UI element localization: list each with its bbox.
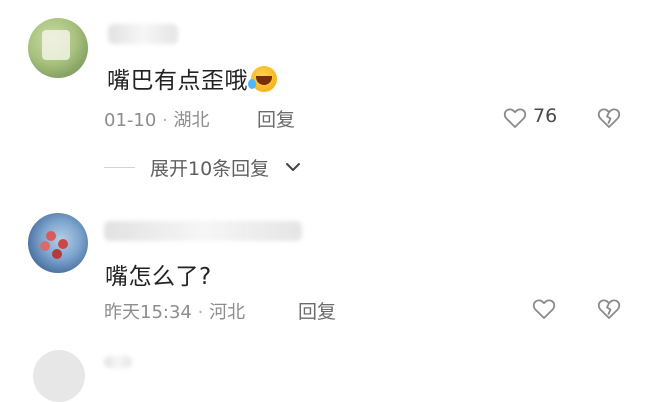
- comment-meta: 昨天15:34 · 河北: [104, 298, 245, 324]
- meta-separator: ·: [162, 110, 168, 131]
- comment-location: 河北: [209, 302, 246, 323]
- username-blurred: [104, 221, 302, 241]
- comment-text-content: 嘴巴有点歪哦: [107, 68, 248, 94]
- username-blurred: [108, 24, 178, 44]
- comment-date: 01-10: [104, 110, 157, 131]
- reply-button[interactable]: 回复: [257, 105, 295, 132]
- comment-meta: 01-10 · 湖北: [104, 106, 210, 132]
- like-count: 76: [533, 105, 558, 127]
- comment-text: 嘴怎么了?: [105, 264, 212, 290]
- expand-replies-label: 展开10条回复: [150, 158, 270, 180]
- comment-date: 昨天15:34: [104, 302, 192, 323]
- chevron-down-icon: [286, 163, 300, 171]
- comment-location: 湖北: [173, 110, 210, 131]
- dislike-button[interactable]: [597, 298, 621, 324]
- like-button[interactable]: [532, 298, 556, 324]
- expand-divider: [104, 167, 135, 168]
- broken-heart-icon: [597, 299, 621, 319]
- heart-outline-icon: [532, 299, 556, 319]
- reply-button[interactable]: 回复: [298, 297, 336, 324]
- like-button[interactable]: [503, 107, 527, 133]
- comment-text: 嘴巴有点歪哦: [107, 61, 277, 95]
- avatar[interactable]: [28, 213, 88, 273]
- username-blurred: [104, 356, 132, 368]
- avatar[interactable]: [28, 18, 88, 78]
- avatar[interactable]: [33, 350, 85, 402]
- laughing-emoji-icon: [248, 66, 277, 92]
- heart-outline-icon: [503, 108, 527, 128]
- broken-heart-icon: [597, 108, 621, 128]
- dislike-button[interactable]: [597, 107, 621, 133]
- meta-separator: ·: [197, 302, 204, 323]
